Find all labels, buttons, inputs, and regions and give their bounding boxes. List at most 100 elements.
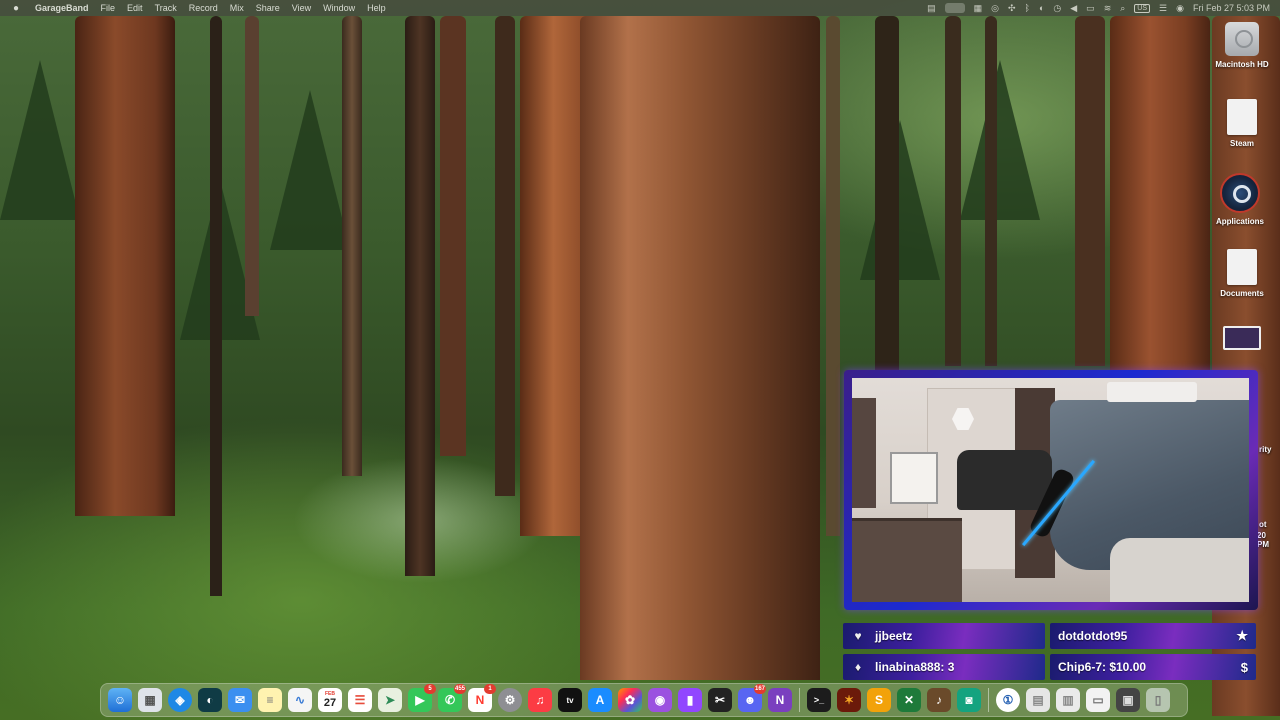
alert-subscriber: dotdotdot95 ★ bbox=[1050, 623, 1256, 649]
desktop-icon-documents[interactable]: Documents bbox=[1207, 249, 1277, 298]
volume-icon[interactable]: ◀ bbox=[1070, 3, 1077, 14]
messages-icon[interactable]: ✆ 455 bbox=[438, 684, 466, 712]
maps-icon[interactable]: ➤ bbox=[378, 688, 402, 712]
wallpaper-trunk bbox=[580, 16, 820, 680]
diamond-icon: ♦ bbox=[854, 660, 862, 674]
twitch-icon[interactable]: ▮ bbox=[678, 688, 702, 712]
desktop-icon-label-partial: rity bbox=[1259, 445, 1272, 454]
wallpaper-tree bbox=[270, 90, 350, 250]
menu-view[interactable]: View bbox=[292, 3, 311, 13]
menu-mix[interactable]: Mix bbox=[230, 3, 244, 13]
webcam-feed bbox=[852, 378, 1249, 602]
mail-icon[interactable]: ✉ bbox=[228, 688, 252, 712]
siri-icon[interactable]: ◉ bbox=[1176, 3, 1184, 14]
webcam-scene-dresser bbox=[852, 518, 962, 602]
menu-share[interactable]: Share bbox=[256, 3, 280, 13]
wallpaper-trunk bbox=[1075, 16, 1105, 366]
desktop-icon-macintosh-hd[interactable]: Macintosh HD bbox=[1207, 22, 1277, 69]
finder-icon[interactable]: ☺ bbox=[108, 688, 132, 712]
desktop-icon-label-partial: ot bbox=[1259, 520, 1267, 529]
desktop-icon-label: Applications bbox=[1215, 217, 1264, 226]
status-location-icon[interactable]: ◎ bbox=[991, 3, 999, 14]
documents-stack-icon[interactable]: ▥ bbox=[1056, 688, 1080, 712]
apple-menu-icon[interactable]: ● bbox=[13, 3, 25, 14]
discord-icon[interactable]: ☻ 167 bbox=[738, 684, 766, 712]
screen-recording-icon[interactable] bbox=[944, 3, 965, 13]
status-settings-icon[interactable]: ✣ bbox=[1008, 3, 1016, 14]
wifi-icon[interactable]: ≋ bbox=[1104, 3, 1112, 14]
photos-icon[interactable]: ✿ bbox=[618, 688, 642, 712]
battery-icon[interactable]: ▭ bbox=[1086, 3, 1095, 14]
menu-track[interactable]: Track bbox=[155, 3, 177, 13]
wallpaper-tree bbox=[0, 60, 80, 220]
webcam-scene-ac bbox=[1107, 382, 1197, 402]
dock: ☺ ▦ ◈ ◐ ✉ ≡ ∿ FEB 27 ☰ ➤ ▶ 5 ✆ 455 N 1 ⚙… bbox=[100, 683, 1188, 717]
sublime-icon[interactable]: S bbox=[867, 688, 891, 712]
facetime-badge: 5 bbox=[424, 684, 436, 694]
timer-icon[interactable]: ◷ bbox=[1053, 3, 1061, 14]
input-source-badge[interactable]: US bbox=[1134, 3, 1151, 13]
menu-edit[interactable]: Edit bbox=[127, 3, 143, 13]
desktop-icon-screenshot[interactable] bbox=[1207, 326, 1277, 354]
terminal-icon[interactable]: >_ bbox=[807, 688, 831, 712]
control-center-icon[interactable]: ☰ bbox=[1159, 3, 1167, 14]
app-store-icon[interactable]: A bbox=[588, 688, 612, 712]
bluetooth-icon[interactable]: ᛒ bbox=[1025, 3, 1030, 13]
apple-tv-icon[interactable]: tv bbox=[558, 688, 582, 712]
webcam-overlay bbox=[844, 370, 1258, 610]
messages-badge: 455 bbox=[453, 684, 466, 694]
podcasts-icon[interactable]: ◉ bbox=[648, 688, 672, 712]
menu-app-name[interactable]: GarageBand bbox=[35, 3, 89, 13]
menu-record[interactable]: Record bbox=[189, 3, 218, 13]
app-teal-icon[interactable]: ◐ bbox=[198, 688, 222, 712]
menu-window[interactable]: Window bbox=[323, 3, 355, 13]
search-icon[interactable]: ⌕ bbox=[1120, 3, 1125, 14]
onenote-icon[interactable]: N bbox=[768, 688, 792, 712]
downloads-stack-icon[interactable]: ▤ bbox=[1026, 688, 1050, 712]
desktop-wallpaper: ● GarageBand File Edit Track Record Mix … bbox=[0, 0, 1280, 720]
folder-stack-icon[interactable]: ▭ bbox=[1086, 688, 1110, 712]
menu-clock[interactable]: Fri Feb 27 5:03 PM bbox=[1193, 3, 1270, 13]
screenshots-stack-icon[interactable]: ▣ bbox=[1116, 688, 1140, 712]
app-green-icon[interactable]: ◙ bbox=[957, 688, 981, 712]
final-cut-icon[interactable]: ✂ bbox=[708, 688, 732, 712]
xbox-icon[interactable]: ✕ bbox=[897, 688, 921, 712]
news-icon[interactable]: N 1 bbox=[468, 684, 496, 712]
system-settings-icon[interactable]: ⚙ bbox=[498, 688, 522, 712]
calendar-icon[interactable]: FEB 27 bbox=[318, 688, 342, 712]
status-grid-icon[interactable]: ▦ bbox=[974, 3, 983, 14]
webcam-scene-frame bbox=[890, 452, 938, 504]
wallpaper-trunk bbox=[405, 16, 435, 576]
wallpaper-trunk bbox=[495, 16, 515, 496]
wallpaper-trunk bbox=[210, 16, 222, 596]
wallpaper-trunk bbox=[875, 16, 899, 376]
music-icon[interactable]: ♫ bbox=[528, 688, 552, 712]
launchpad-icon[interactable]: ▦ bbox=[138, 688, 162, 712]
garageband-icon[interactable]: ♪ bbox=[927, 688, 951, 712]
webcam-scene-bed bbox=[1110, 538, 1249, 602]
game-icon[interactable]: ✶ bbox=[837, 688, 861, 712]
dock-separator bbox=[988, 688, 989, 712]
desktop-icon-applications[interactable]: Applications bbox=[1205, 173, 1275, 226]
wallpaper-trunk bbox=[826, 16, 840, 536]
freeform-icon[interactable]: ∿ bbox=[288, 688, 312, 712]
status-extra-icon[interactable]: ▤ bbox=[927, 3, 936, 14]
notes-icon[interactable]: ≡ bbox=[258, 688, 282, 712]
screenshot-icon bbox=[1223, 326, 1261, 350]
alert-text: Chip6-7: $10.00 bbox=[1058, 660, 1147, 674]
alert-bits: ♦ linabina888: 3 bbox=[843, 654, 1045, 680]
menu-help[interactable]: Help bbox=[367, 3, 386, 13]
status-circle-icon[interactable]: ◐ bbox=[1039, 3, 1044, 13]
facetime-icon[interactable]: ▶ 5 bbox=[408, 684, 436, 712]
wallpaper-trunk bbox=[985, 16, 997, 366]
desktop-icon-steam[interactable]: Steam bbox=[1207, 99, 1277, 148]
reminders-icon[interactable]: ☰ bbox=[348, 688, 372, 712]
1password-icon[interactable]: ① bbox=[996, 688, 1020, 712]
wallpaper-tree bbox=[860, 120, 940, 280]
webcam-scene-picture bbox=[852, 398, 876, 508]
star-icon: ★ bbox=[1236, 628, 1248, 643]
alert-donation: Chip6-7: $10.00 $ bbox=[1050, 654, 1256, 680]
safari-icon[interactable]: ◈ bbox=[168, 688, 192, 712]
trash-icon[interactable]: ▯ bbox=[1146, 688, 1170, 712]
menu-file[interactable]: File bbox=[101, 3, 116, 13]
